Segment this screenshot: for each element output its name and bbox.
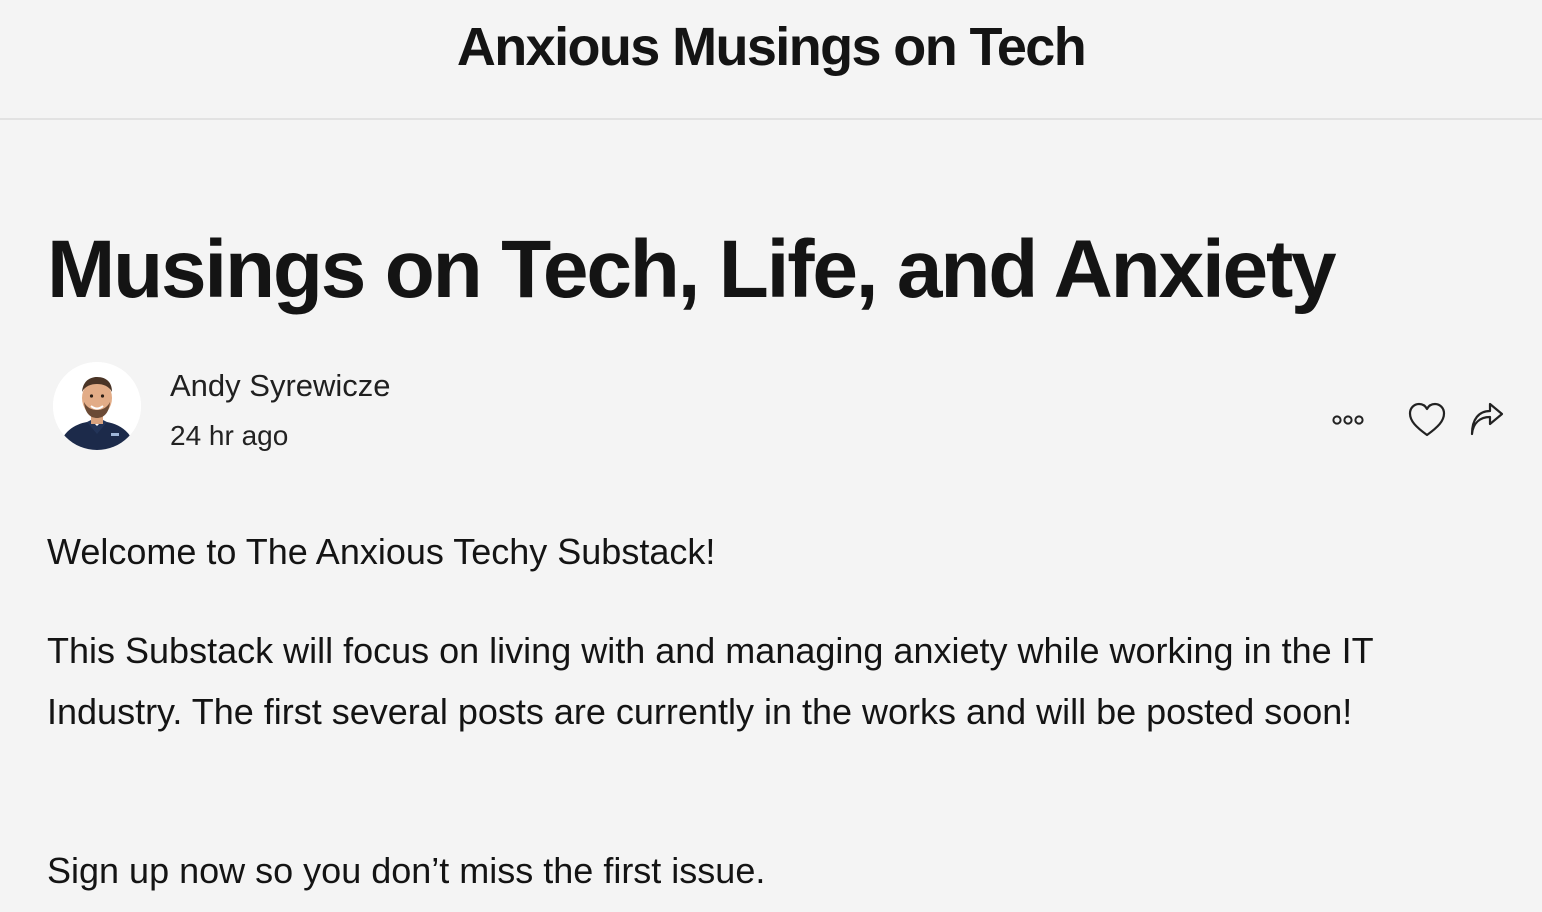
like-button[interactable] <box>1405 398 1449 442</box>
post-title: Musings on Tech, Life, and Anxiety <box>47 224 1337 315</box>
heart-icon <box>1408 402 1446 437</box>
post-paragraph-signup: Sign up now so you don’t miss the first … <box>47 850 766 891</box>
avatar-photo <box>53 362 141 450</box>
site-header: Anxious Musings on Tech <box>0 0 1542 120</box>
post-byline: Andy Syrewicze 24 hr ago <box>53 362 1504 452</box>
post-paragraph-welcome: Welcome to The Anxious Techy Substack! <box>47 531 716 572</box>
author-avatar[interactable] <box>53 362 141 450</box>
post-paragraph-focus: This Substack will focus on living with … <box>47 630 1373 732</box>
site-title[interactable]: Anxious Musings on Tech <box>0 14 1542 80</box>
post-date: 24 hr ago <box>170 420 289 451</box>
more-icon <box>1332 415 1364 425</box>
author-name[interactable]: Andy Syrewicze <box>170 366 391 406</box>
share-button[interactable] <box>1465 398 1509 442</box>
more-options-button[interactable] <box>1327 398 1371 442</box>
share-icon <box>1470 402 1504 436</box>
